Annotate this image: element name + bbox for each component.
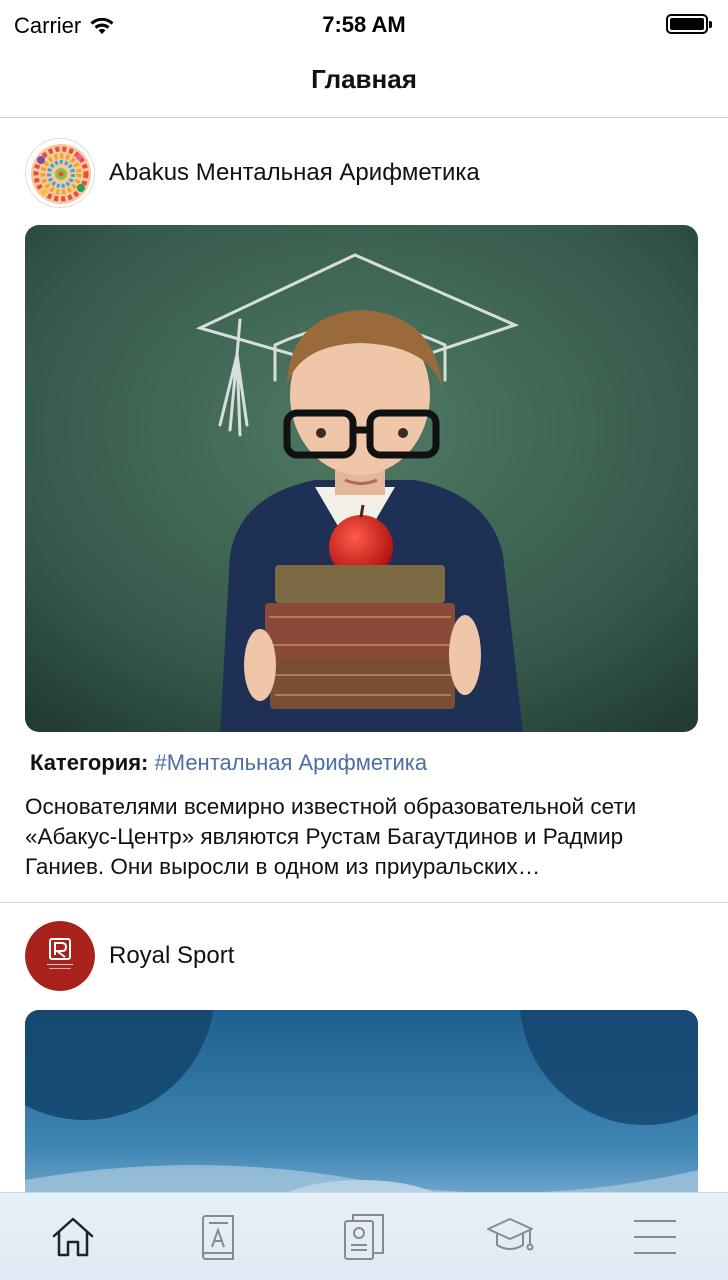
graduation-cap-icon [486,1217,534,1250]
post-image[interactable] [25,1010,698,1192]
post-image[interactable] [25,225,698,732]
post-category: Категория: #Ментальная Арифметика [30,750,427,776]
royal-sport-logo-icon [25,921,95,991]
author-avatar[interactable] [25,138,95,208]
category-tag-link[interactable]: #Ментальная Арифметика [155,750,428,775]
post-card[interactable]: Royal Sport [0,903,728,1192]
tab-catalog[interactable] [146,1193,292,1280]
boy-with-books-photo [25,225,698,732]
home-icon [52,1217,94,1256]
tab-education[interactable] [437,1193,583,1280]
author-avatar[interactable] [25,921,95,991]
news-feed[interactable]: Abakus Ментальная Арифметика Категория: … [0,118,728,1192]
page-title: Главная [311,64,417,94]
menu-icon [634,1219,677,1254]
status-time: 7:58 AM [322,12,406,37]
navigation-bar: Главная [0,50,728,118]
abakus-logo-icon [26,139,94,207]
book-icon [202,1214,235,1260]
tab-documents[interactable] [291,1193,437,1280]
tab-home[interactable] [0,1193,146,1280]
royal-sport-photo [25,1010,698,1192]
status-bar: Carrier 7:58 AM [0,0,728,50]
author-name[interactable]: Royal Sport [109,942,234,970]
post-card[interactable]: Abakus Ментальная Арифметика Категория: … [0,118,728,902]
documents-icon [343,1213,384,1260]
post-header[interactable]: Abakus Ментальная Арифметика [25,138,480,208]
tab-menu[interactable] [582,1193,728,1280]
tab-bar [0,1192,728,1280]
battery-icon [666,14,712,34]
category-label: Категория: [30,750,149,775]
post-header[interactable]: Royal Sport [25,921,234,991]
author-name[interactable]: Abakus Ментальная Арифметика [109,159,480,187]
post-text[interactable]: Основателями всемирно известной образова… [25,792,705,882]
